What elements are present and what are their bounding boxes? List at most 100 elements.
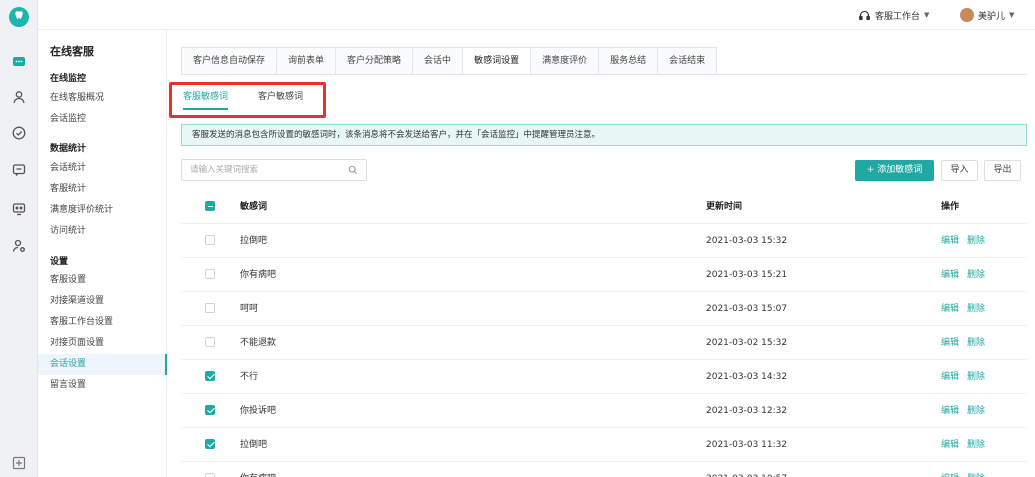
tab-session-end[interactable]: 会话结束 [657, 47, 718, 75]
collapse-icon[interactable] [11, 455, 27, 471]
subtab-customer-words[interactable]: 客户敏感词 [258, 89, 303, 110]
ops-cell: 编辑删除 [941, 224, 985, 258]
row-checkbox[interactable] [205, 370, 215, 381]
edit-link[interactable]: 编辑 [941, 258, 959, 292]
row-checkbox[interactable] [205, 404, 215, 415]
column-header-ops: 操作 [941, 202, 960, 212]
icon-rail [0, 0, 38, 477]
info-notice: 客服发送的消息包含所设置的敏感词时，该条消息将不会发送给客户，并在「会话监控」中… [181, 124, 1027, 146]
delete-link[interactable]: 删除 [967, 326, 985, 360]
word-cell: 你有病吧 [240, 270, 277, 280]
row-checkbox[interactable] [205, 234, 215, 245]
tab-auto-save[interactable]: 客户信息自动保存 [181, 47, 277, 75]
ops-cell: 编辑删除 [941, 428, 985, 462]
add-sensitive-word-button[interactable]: + 添加敏感词 [855, 160, 934, 181]
user-icon[interactable] [11, 89, 27, 105]
table-row: 拉倒吧 2021-03-03 15:32 编辑 删除 [181, 224, 1027, 258]
workbench-label: 客服工作台 [875, 11, 921, 22]
edit-link[interactable]: 编辑 [941, 326, 959, 360]
check-circle-icon[interactable] [11, 125, 27, 141]
delete-link[interactable]: 删除 [967, 224, 985, 258]
tabs-divider [181, 74, 1027, 75]
export-button[interactable]: 导出 [984, 160, 1021, 181]
row-checkbox[interactable] [205, 268, 215, 279]
nav-item-channel-settings[interactable]: 对接渠道设置 [38, 291, 167, 312]
tab-pre-chat-form[interactable]: 询前表单 [276, 47, 336, 75]
nav-item-message-settings[interactable]: 留言设置 [38, 375, 167, 396]
table-row: 你有病吧 2021-03-03 15:21 编辑 删除 [181, 258, 1027, 292]
time-cell: 2021-03-03 10:57 [706, 462, 787, 477]
tab-satisfaction[interactable]: 满意度评价 [530, 47, 599, 75]
nav-item-satisfaction-stats[interactable]: 满意度评价统计 [38, 200, 167, 221]
word-cell: 拉倒吧 [240, 440, 268, 450]
main-content: 客户信息自动保存 询前表单 客户分配策略 会话中 敏感词设置 满意度评价 服务总… [167, 30, 1035, 477]
caret-down-icon: ▼ [924, 11, 930, 19]
tab-in-session[interactable]: 会话中 [412, 47, 463, 75]
word-cell: 你有病吧 [240, 462, 276, 477]
settings-tabs: 客户信息自动保存 询前表单 客户分配策略 会话中 敏感词设置 满意度评价 服务总… [181, 47, 718, 75]
message-icon[interactable] [11, 162, 27, 178]
time-cell: 2021-03-02 15:32 [706, 338, 788, 348]
ops-cell: 编辑删除 [941, 258, 985, 292]
ops-cell: 编辑删除 [941, 394, 985, 428]
nav-item-visit-stats[interactable]: 访问统计 [38, 221, 167, 242]
table-header: 敏感词 更新时间 操作 [181, 190, 1027, 224]
time-cell: 2021-03-03 12:32 [706, 406, 788, 416]
ops-cell: 编辑删除 [941, 360, 985, 394]
user-name: 美驴儿 [978, 11, 1006, 22]
avatar [960, 8, 974, 22]
delete-link[interactable]: 删除 [967, 428, 985, 462]
row-checkbox[interactable] [205, 302, 215, 313]
ops-cell: 编辑删除 [941, 326, 985, 360]
table-row: 呵呵 2021-03-03 15:07 编辑 删除 [181, 292, 1027, 326]
edit-link[interactable]: 编辑 [941, 462, 959, 477]
headset-icon [859, 10, 870, 20]
edit-link[interactable]: 编辑 [941, 394, 959, 428]
workbench-menu[interactable]: 客服工作台 ▼ [858, 8, 929, 22]
nav-item-online-overview[interactable]: 在线客服概况 [38, 88, 167, 109]
delete-link[interactable]: 删除 [967, 394, 985, 428]
tab-assign-strategy[interactable]: 客户分配策略 [335, 47, 413, 75]
nav-item-session-stats[interactable]: 会话统计 [38, 158, 167, 179]
row-checkbox[interactable] [205, 438, 215, 449]
time-cell: 2021-03-03 15:32 [706, 236, 788, 246]
row-checkbox[interactable] [205, 472, 215, 477]
column-header-word: 敏感词 [240, 202, 268, 212]
nav-group-settings: 设置 [50, 257, 69, 267]
nav-item-agent-stats[interactable]: 客服统计 [38, 179, 167, 200]
nav-item-session-monitor[interactable]: 会话监控 [38, 109, 167, 130]
chat-icon[interactable] [11, 54, 27, 70]
import-button[interactable]: 导入 [941, 160, 978, 181]
delete-link[interactable]: 删除 [967, 462, 985, 477]
nav-item-page-settings[interactable]: 对接页面设置 [38, 333, 167, 354]
edit-link[interactable]: 编辑 [941, 224, 959, 258]
subtab-agent-words[interactable]: 客服敏感词 [183, 89, 229, 110]
nav-title: 在线客服 [50, 45, 94, 58]
delete-link[interactable]: 删除 [967, 258, 985, 292]
select-all-checkbox[interactable] [205, 200, 215, 211]
monitor-icon[interactable] [11, 201, 27, 217]
nav-item-session-settings[interactable]: 会话设置 [38, 354, 167, 375]
time-cell: 2021-03-03 15:21 [706, 270, 788, 280]
time-cell: 2021-03-03 11:32 [706, 440, 788, 450]
nav-item-agent-settings[interactable]: 客服设置 [38, 270, 167, 291]
edit-link[interactable]: 编辑 [941, 428, 959, 462]
top-bar: 客服工作台 ▼ 美驴儿 ▼ [38, 0, 1035, 30]
row-checkbox[interactable] [205, 336, 215, 347]
delete-link[interactable]: 删除 [967, 360, 985, 394]
app-logo-icon[interactable] [9, 7, 29, 27]
tab-sensitive-words[interactable]: 敏感词设置 [462, 47, 531, 75]
edit-link[interactable]: 编辑 [941, 292, 959, 326]
word-cell: 拉倒吧 [240, 236, 268, 246]
nav-item-workbench-settings[interactable]: 客服工作台设置 [38, 312, 167, 333]
sensitive-words-table: 敏感词 更新时间 操作 拉倒吧 2021-03-03 15:32 编辑 删除 你有病吧 2… [181, 190, 1027, 477]
word-cell: 不能退款 [240, 338, 277, 348]
table-row: 拉倒吧 2021-03-03 11:32 编辑 删除 [181, 428, 1027, 462]
delete-link[interactable]: 删除 [967, 292, 985, 326]
user-settings-icon[interactable] [11, 238, 27, 254]
search-placeholder: 请输入关键词搜索 [190, 165, 259, 175]
search-input[interactable]: 请输入关键词搜索 [181, 159, 367, 181]
edit-link[interactable]: 编辑 [941, 360, 959, 394]
user-menu[interactable]: 美驴儿 ▼ [960, 8, 1014, 22]
tab-service-summary[interactable]: 服务总结 [598, 47, 658, 75]
